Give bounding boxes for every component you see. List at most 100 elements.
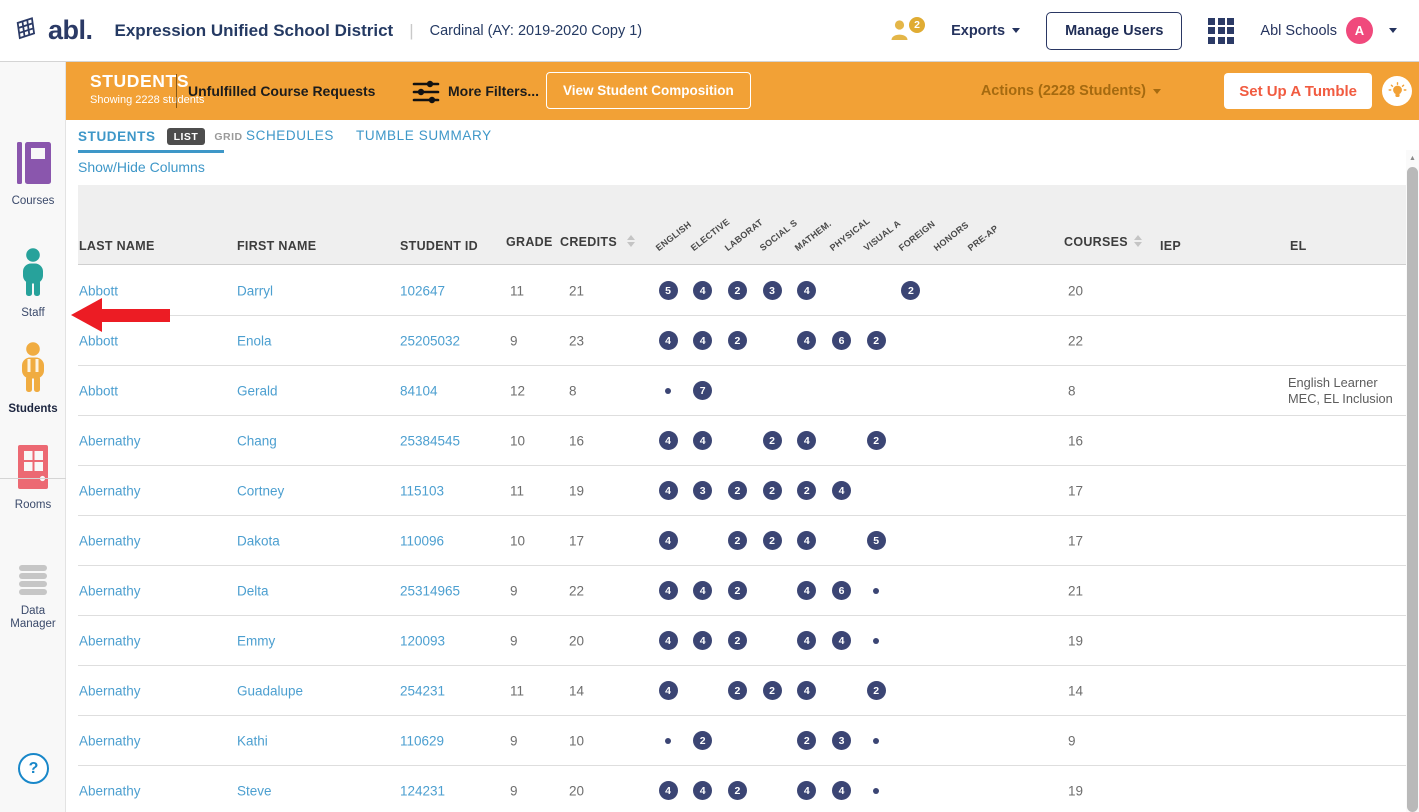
student-id-link[interactable]: 254231 — [400, 683, 445, 698]
column-header-el: EL — [1290, 239, 1307, 253]
tab-schedules[interactable]: SCHEDULES — [246, 128, 334, 143]
last-name-link[interactable]: Abernathy — [79, 633, 141, 648]
subject-badge: 2 — [763, 681, 782, 700]
student-id-link[interactable]: 102647 — [400, 283, 445, 298]
subject-badge: 6 — [832, 331, 851, 350]
active-tab-underline — [78, 150, 224, 153]
database-icon — [17, 583, 49, 600]
sidebar-item-courses[interactable]: Courses — [0, 140, 66, 208]
sidebar-item-staff[interactable]: Staff — [0, 248, 66, 320]
student-id-link[interactable]: 25384545 — [400, 433, 460, 448]
account-menu[interactable]: Abl Schools A — [1260, 17, 1397, 44]
sidebar-item-data-manager[interactable]: Data Manager — [0, 564, 66, 631]
subject-column-header[interactable]: MATHEM. — [793, 218, 833, 253]
account-name: Abl Schools — [1260, 23, 1337, 39]
show-hide-columns-link[interactable]: Show/Hide Columns — [78, 159, 205, 175]
student-id-link[interactable]: 110629 — [400, 733, 444, 748]
first-name-link[interactable]: Gerald — [237, 383, 278, 398]
subject-badge: 4 — [659, 431, 678, 450]
table-row: AbbottDarryl102647112154234220 — [78, 266, 1406, 316]
credits-cell: 14 — [569, 683, 584, 698]
first-name-link[interactable]: Enola — [237, 333, 272, 348]
view-student-composition-button[interactable]: View Student Composition — [546, 72, 751, 109]
subject-badge: 4 — [797, 681, 816, 700]
chevron-down-icon — [1389, 28, 1397, 33]
subject-badge: 3 — [693, 481, 712, 500]
last-name-link[interactable]: Abernathy — [79, 783, 141, 798]
table-row: AbernathyChang2538454510164424216 — [78, 416, 1406, 466]
last-name-link[interactable]: Abernathy — [79, 683, 141, 698]
grade-cell: 11 — [510, 283, 524, 298]
student-id-link[interactable]: 84104 — [400, 383, 438, 398]
first-name-link[interactable]: Emmy — [237, 633, 275, 648]
subject-badge: 2 — [763, 531, 782, 550]
first-name-link[interactable]: Guadalupe — [237, 683, 303, 698]
subject-column-header[interactable]: ENGLISH — [654, 219, 693, 253]
student-id-link[interactable]: 124231 — [400, 783, 445, 798]
vertical-scrollbar[interactable]: ▲ — [1406, 150, 1419, 812]
filter-sliders-icon[interactable] — [412, 80, 440, 109]
tab-students-label: STUDENTS — [78, 129, 156, 144]
column-header-student-id: STUDENT ID — [400, 239, 478, 253]
student-id-link[interactable]: 25314965 — [400, 583, 460, 598]
first-name-link[interactable]: Kathi — [237, 733, 268, 748]
grade-cell: 9 — [510, 633, 518, 648]
first-name-link[interactable]: Delta — [237, 583, 269, 598]
first-name-link[interactable]: Dakota — [237, 533, 280, 548]
tab-students[interactable]: STUDENTS LIST GRID — [78, 128, 243, 145]
el-cell: English LearnerMEC, EL Inclusion — [1288, 375, 1393, 407]
first-name-link[interactable]: Darryl — [237, 283, 273, 298]
help-button[interactable]: ? — [18, 753, 49, 784]
scroll-up-arrow-icon[interactable]: ▲ — [1406, 150, 1419, 167]
manage-users-button[interactable]: Manage Users — [1046, 12, 1182, 50]
unfulfilled-course-requests-button[interactable]: Unfulfilled Course Requests — [188, 83, 375, 99]
active-users-indicator[interactable]: 2 — [891, 20, 925, 42]
last-name-link[interactable]: Abbott — [79, 383, 118, 398]
first-name-link[interactable]: Chang — [237, 433, 277, 448]
last-name-link[interactable]: Abbott — [79, 333, 118, 348]
subject-column-header[interactable]: HONORS — [931, 220, 970, 253]
student-id-link[interactable]: 120093 — [400, 633, 445, 648]
scrollbar-thumb[interactable] — [1407, 167, 1418, 812]
courses-sort-arrows[interactable] — [1134, 235, 1142, 247]
subject-badge: 2 — [728, 631, 747, 650]
list-view-toggle[interactable]: LIST — [167, 128, 206, 145]
last-name-link[interactable]: Abernathy — [79, 533, 141, 548]
subject-column-header[interactable]: SOCIAL S — [758, 218, 799, 253]
credits-sort-arrows[interactable] — [627, 235, 635, 247]
first-name-link[interactable]: Cortney — [237, 483, 284, 498]
exports-dropdown[interactable]: Exports — [951, 23, 1020, 39]
student-id-link[interactable]: 25205032 — [400, 333, 460, 348]
subject-column-header[interactable]: PRE-AP — [966, 223, 1000, 253]
subject-badge: 3 — [763, 281, 782, 300]
toolbar-divider — [176, 74, 177, 108]
last-name-link[interactable]: Abernathy — [79, 483, 141, 498]
last-name-link[interactable]: Abernathy — [79, 733, 141, 748]
last-name-link[interactable]: Abernathy — [79, 433, 141, 448]
last-name-link[interactable]: Abbott — [79, 283, 118, 298]
door-icon — [13, 477, 53, 494]
last-name-link[interactable]: Abernathy — [79, 583, 141, 598]
table-row: AbernathyKathi1106299102239 — [78, 716, 1406, 766]
table-header: LAST NAME FIRST NAME STUDENT ID GRADE CR… — [78, 185, 1406, 265]
abl-logo-icon — [14, 13, 46, 48]
apps-grid-icon[interactable] — [1208, 18, 1234, 44]
subject-badge: 4 — [693, 431, 712, 450]
lightbulb-icon[interactable] — [1382, 76, 1412, 106]
student-id-link[interactable]: 115103 — [400, 483, 444, 498]
first-name-link[interactable]: Steve — [237, 783, 272, 798]
tab-tumble-summary[interactable]: TUMBLE SUMMARY — [356, 128, 492, 143]
set-up-a-tumble-button[interactable]: Set Up A Tumble — [1224, 73, 1372, 109]
subject-badge: 4 — [797, 281, 816, 300]
grade-cell: 11 — [510, 483, 524, 498]
subject-badge: 2 — [728, 481, 747, 500]
grid-view-toggle[interactable]: GRID — [214, 131, 242, 143]
abl-logo[interactable]: abl. — [14, 13, 93, 48]
sidebar-label: Students — [0, 403, 66, 416]
actions-dropdown[interactable]: Actions (2228 Students) — [981, 83, 1161, 99]
student-id-link[interactable]: 110096 — [400, 533, 444, 548]
more-filters-button[interactable]: More Filters... — [448, 83, 539, 99]
header-divider: | — [409, 21, 413, 41]
sidebar-item-students[interactable]: Students — [0, 342, 66, 416]
subject-column-header[interactable]: FOREIGN — [897, 219, 937, 253]
